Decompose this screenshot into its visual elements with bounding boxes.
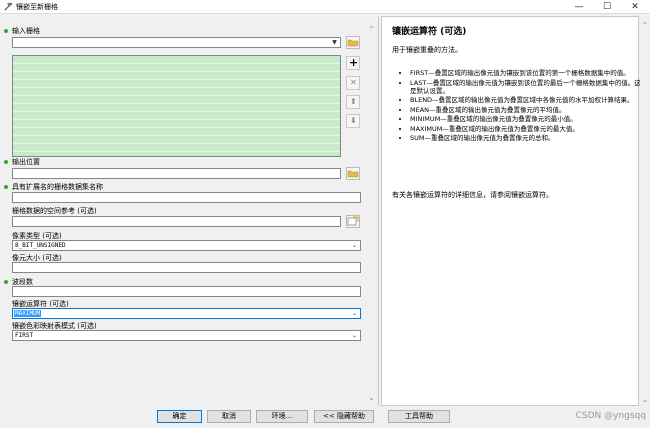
ok-button[interactable]: 确定 — [157, 410, 202, 423]
window-title: 镶嵌至新栅格 — [16, 3, 58, 11]
spatial-reference-icon[interactable] — [346, 215, 360, 228]
watermark: CSDN @yngsqq — [575, 411, 646, 421]
move-down-button[interactable]: ⬇ — [346, 114, 360, 128]
help-scrollbar[interactable]: ⌃ ⌄ — [640, 16, 650, 406]
help-description: 用于镶嵌重叠的方法。 — [392, 46, 462, 54]
chevron-down-icon[interactable]: ▼ — [330, 38, 339, 47]
scroll-up-icon[interactable]: ⌃ — [366, 24, 377, 35]
list-item: BLEND—叠置区域的输出像元值为叠置区域中各像元值的水平加权计算结果。 — [410, 96, 642, 104]
plus-icon: + — [349, 56, 359, 69]
dataset-name-label: 具有扩展名的栅格数据集名称 — [12, 183, 103, 191]
input-rasters-combo[interactable]: ▼ — [12, 37, 341, 48]
chevron-down-icon[interactable]: ⌄ — [350, 331, 359, 340]
hide-help-button[interactable]: << 隐藏帮助 — [314, 410, 374, 423]
list-item: FIRST—叠置区域的输出像元值为镶嵌到该位置的第一个栅格数据集中的值。 — [410, 69, 642, 77]
scroll-down-icon[interactable]: ⌄ — [366, 393, 377, 404]
maximize-button[interactable]: ☐ — [594, 0, 620, 14]
parameters-panel: 输入栅格 ▼ + ✕ ⬆ ⬇ 输出位置 具有扩展名的栅格数据集名称 栅格数据的空… — [0, 16, 379, 406]
pixel-type-value: 8_BIT_UNSIGNED — [15, 242, 66, 249]
hammer-icon — [4, 2, 13, 11]
help-title: 镶嵌运算符 (可选) — [392, 27, 467, 37]
cellsize-input[interactable] — [12, 262, 361, 273]
title-bar: 镶嵌至新栅格 — ☐ ✕ — [0, 0, 650, 14]
help-more-info: 有关各镶嵌运算符的详细信息，请参阅镶嵌运算符。 — [392, 191, 553, 199]
environments-button[interactable]: 环境... — [256, 410, 308, 423]
list-item: LAST—叠置区域的输出像元值为镶嵌到该位置的最后一个栅格数据集中的值。这是默认… — [410, 79, 642, 95]
chevron-down-icon[interactable]: ⌄ — [350, 309, 359, 318]
arrow-up-icon: ⬆ — [350, 97, 357, 106]
output-location-input[interactable] — [12, 168, 341, 179]
arrow-down-icon: ⬇ — [350, 116, 357, 125]
help-panel: 镶嵌运算符 (可选) 用于镶嵌重叠的方法。 FIRST—叠置区域的输出像元值为镶… — [381, 16, 642, 406]
spatial-ref-label: 栅格数据的空间参考 (可选) — [12, 207, 97, 215]
list-item: MEAN—重叠区域的输出像元值为叠置像元的平均值。 — [410, 106, 642, 114]
mosaic-operator-value: MAXIMUM — [14, 310, 42, 317]
move-up-button[interactable]: ⬆ — [346, 95, 360, 109]
pixel-type-select[interactable]: 8_BIT_UNSIGNED ⌄ — [12, 240, 361, 251]
tool-help-button[interactable]: 工具帮助 — [388, 410, 450, 423]
required-dot-icon — [4, 29, 8, 33]
help-list: FIRST—叠置区域的输出像元值为镶嵌到该位置的第一个栅格数据集中的值。 LAS… — [402, 69, 642, 144]
list-item: MINIMUM—重叠区域的输出像元值为叠置像元的最小值。 — [410, 115, 642, 123]
list-item: SUM—重叠区域的输出像元值为叠置像元的总和。 — [410, 134, 642, 142]
cancel-button[interactable]: 取消 — [207, 410, 251, 423]
bands-input[interactable] — [12, 286, 361, 297]
chevron-down-icon[interactable]: ⌄ — [350, 241, 359, 250]
scroll-up-icon[interactable]: ⌃ — [640, 20, 650, 31]
list-item: MAXIMUM—重叠区域的输出像元值为叠置像元的最大值。 — [410, 125, 642, 133]
open-folder-icon[interactable] — [346, 167, 360, 180]
dataset-name-input[interactable] — [12, 192, 361, 203]
input-rasters-list[interactable] — [12, 55, 341, 157]
required-dot-icon — [4, 185, 8, 189]
scroll-down-icon[interactable]: ⌄ — [640, 395, 650, 406]
output-location-label: 输出位置 — [12, 158, 40, 166]
minimize-button[interactable]: — — [566, 0, 592, 14]
add-button[interactable]: + — [346, 56, 360, 70]
form-scrollbar[interactable]: ⌃ ⌄ — [366, 20, 377, 404]
colormap-mode-value: FIRST — [15, 332, 34, 339]
remove-button[interactable]: ✕ — [346, 76, 360, 90]
required-dot-icon — [4, 280, 8, 284]
colormap-mode-select[interactable]: FIRST ⌄ — [12, 330, 361, 341]
spatial-ref-input[interactable] — [12, 216, 341, 227]
required-dot-icon — [4, 160, 8, 164]
close-button[interactable]: ✕ — [622, 0, 648, 14]
input-rasters-label: 输入栅格 — [12, 27, 40, 35]
mosaic-operator-select[interactable]: MAXIMUM ⌄ — [12, 308, 361, 319]
close-icon: ✕ — [350, 78, 357, 87]
open-folder-icon[interactable] — [346, 36, 360, 49]
